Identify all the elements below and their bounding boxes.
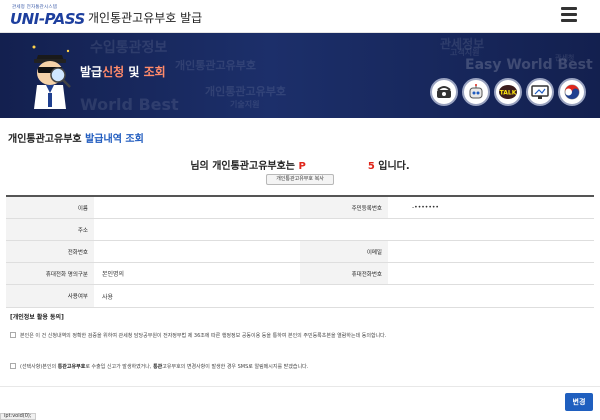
banner-bg-text: 기술지원 xyxy=(230,100,260,109)
consent-required[interactable]: 본인은 이 건 신청내역의 정확한 검증을 위하여 관세청 담당공무원이 전자정… xyxy=(10,330,386,340)
kakao-talk-icon[interactable]: TALK xyxy=(494,78,522,106)
banner-bg-text: World Best xyxy=(80,95,179,114)
greeting-prefix: 님의 개인통관고유부호는 xyxy=(190,161,299,172)
privacy-consent-title: [개인정보 활용 동의] xyxy=(10,314,64,321)
change-button[interactable]: 변경 xyxy=(565,393,593,411)
hamburger-menu-icon[interactable] xyxy=(558,4,582,26)
consent-optional-text: (선택사항)본인의 통관고유부호로 수출입 신고가 발생하였거나, 통관고유부호… xyxy=(20,363,308,370)
consent-optional-checkbox[interactable] xyxy=(10,363,16,369)
resident-number-value: -••••••• xyxy=(412,204,439,211)
robot-icon[interactable] xyxy=(462,78,490,106)
uni-pass-logo[interactable]: 관세청 전자통관시스템 UNI-PASS xyxy=(10,4,85,28)
consent-optional-text-part: 고유부호의 변경사항이 발생한 경우 SMS로 알림메시지를 받겠습니다. xyxy=(162,363,309,370)
consent-required-checkbox[interactable] xyxy=(10,332,16,338)
mobile-number-label: 휴대전화번호 xyxy=(300,263,388,284)
section-title-highlight: 발급내역 조회 xyxy=(85,134,144,145)
resident-number-label: 주민등록번호 xyxy=(300,197,388,218)
banner-heading-part: 및 xyxy=(124,65,144,79)
section-title: 개인통관고유부호 발급내역 조회 xyxy=(8,130,144,145)
customs-code-start: P xyxy=(298,161,306,172)
usage-status-value: 사용 xyxy=(102,293,114,301)
kakao-talk-label: TALK xyxy=(500,90,517,97)
banner-bg-text: 수입통관정보 xyxy=(90,40,168,56)
address-label: 주소 xyxy=(6,219,94,240)
section-title-main: 개인통관고유부호 xyxy=(8,134,86,145)
applicant-info-table: 이름 주민등록번호 -••••••• 주소 전화번호 이메일 휴대전화 명의구분… xyxy=(6,195,594,308)
phone-icon[interactable] xyxy=(430,78,458,106)
banner-bg-text: 개인통관고유부호 xyxy=(205,85,286,98)
table-row: 주소 xyxy=(6,219,594,241)
divider xyxy=(0,386,600,387)
monitor-icon[interactable] xyxy=(526,78,554,106)
consent-optional[interactable]: (선택사항)본인의 통관고유부호로 수출입 신고가 발생하였거나, 통관고유부호… xyxy=(10,361,308,371)
banner-bg-text: 고객지원 xyxy=(450,48,480,57)
greeting-suffix: 입니다. xyxy=(374,161,410,172)
phone-label: 전화번호 xyxy=(6,241,94,262)
mobile-owner-label: 휴대전화 명의구분 xyxy=(6,263,94,284)
customs-code-result: 님의 개인통관고유부호는 P 5 입니다. xyxy=(0,157,600,172)
email-label: 이메일 xyxy=(300,241,388,262)
copy-code-button[interactable]: 개인통관고유부호 복사 xyxy=(266,174,334,185)
hero-banner: 수입통관정보 개인통관고유부호 World Best 관세정보 Easy Wor… xyxy=(0,33,600,118)
logo-text: UNI-PASS xyxy=(10,10,85,28)
consent-required-text: 본인은 이 건 신청내역의 정확한 검증을 위하여 관세청 담당공무원이 전자정… xyxy=(20,332,387,339)
consent-optional-text-part: (선택사항)본인의 xyxy=(20,363,58,370)
customs-code-end: 5 xyxy=(367,161,375,172)
banner-heading: 발급신청 및 조회 xyxy=(80,63,166,80)
consent-optional-text-part: 로 수출입 신고가 발생하였거나, xyxy=(85,363,154,370)
consent-optional-text-bold: 통관 xyxy=(153,363,163,370)
consent-optional-text-bold: 통관고유부호 xyxy=(57,363,86,370)
usage-status-label: 사용여부 xyxy=(6,285,94,307)
banner-bg-text: 관세청 xyxy=(555,54,575,62)
address-value xyxy=(94,219,594,240)
korea-emblem-icon[interactable] xyxy=(558,78,586,106)
banner-heading-part: 발급 xyxy=(80,65,103,79)
name-label: 이름 xyxy=(6,197,94,218)
table-row: 전화번호 이메일 xyxy=(6,241,594,263)
table-row: 이름 주민등록번호 -••••••• xyxy=(6,197,594,219)
mobile-number-value xyxy=(388,263,594,284)
email-value xyxy=(388,241,594,262)
status-bar-tooltip: ipt:void(0); xyxy=(0,413,36,420)
phone-value xyxy=(94,241,300,262)
top-header: 관세청 전자통관시스템 UNI-PASS 개인통관고유부호 발급 xyxy=(0,0,600,33)
table-row: 휴대전화 명의구분 본인명의 휴대전화번호 xyxy=(6,263,594,285)
table-row: 사용여부 사용 xyxy=(6,285,594,308)
page-title: 개인통관고유부호 발급 xyxy=(88,11,203,25)
banner-heading-highlight: 신청 xyxy=(102,65,125,79)
banner-bg-text: 개인통관고유부호 xyxy=(175,59,256,72)
mobile-owner-value: 본인명의 xyxy=(102,271,125,278)
name-value xyxy=(94,197,300,218)
mascot-character-icon xyxy=(32,45,71,109)
banner-heading-highlight: 조회 xyxy=(143,65,166,79)
